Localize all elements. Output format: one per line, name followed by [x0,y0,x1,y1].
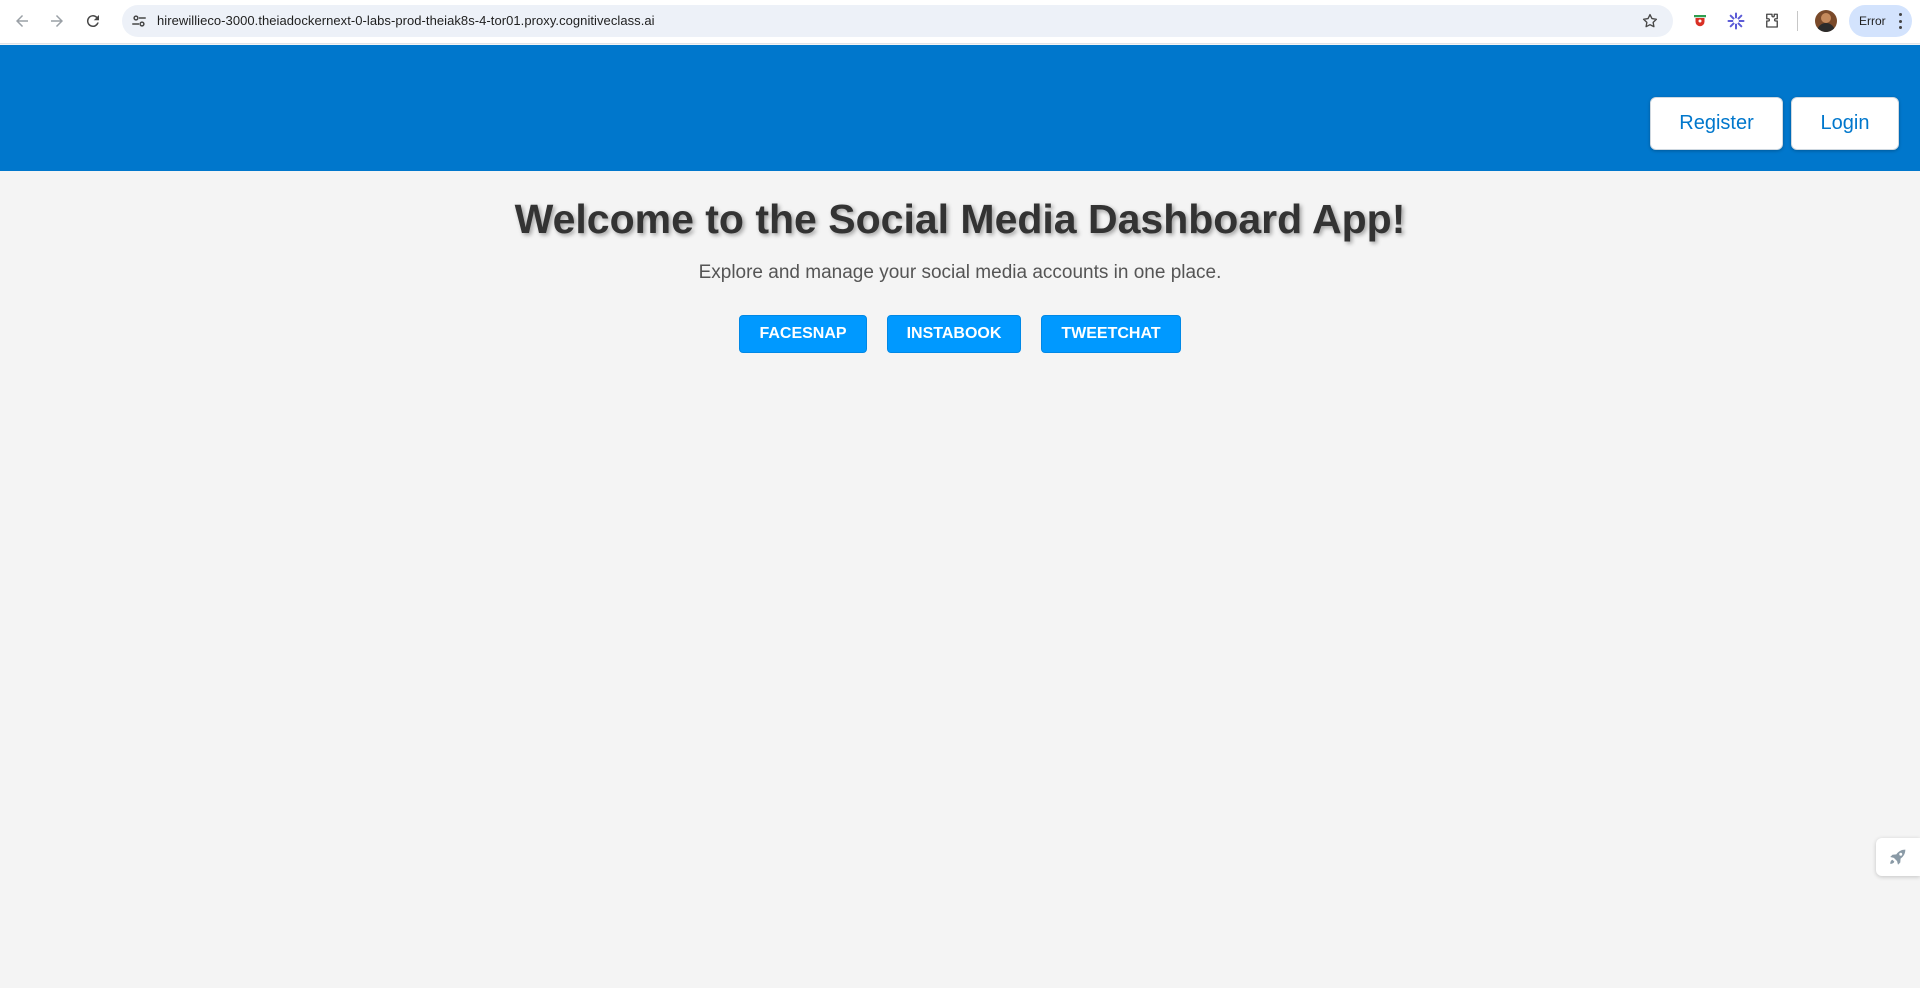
register-button[interactable]: Register [1650,97,1783,150]
toolbar-divider [1797,11,1798,31]
puzzle-extensions-icon[interactable] [1761,10,1783,32]
address-bar[interactable]: hirewillieco-3000.theiadockernext-0-labs… [122,5,1673,37]
page-title: Welcome to the Social Media Dashboard Ap… [514,196,1406,242]
back-button[interactable] [8,7,36,35]
browser-toolbar: hirewillieco-3000.theiadockernext-0-labs… [0,0,1920,44]
reload-icon [86,15,99,28]
profile-error-button[interactable]: Error [1849,5,1912,37]
site-settings-icon[interactable] [130,12,148,30]
instabook-button[interactable]: INSTABOOK [887,315,1021,353]
sparkle-extension-icon[interactable] [1725,10,1747,32]
url-text: hirewillieco-3000.theiadockernext-0-labs… [157,13,655,28]
tweetchat-button[interactable]: TWEETCHAT [1041,315,1181,353]
login-button[interactable]: Login [1791,97,1899,150]
floating-launch-widget[interactable] [1876,838,1920,876]
kebab-menu-icon[interactable] [1898,13,1902,29]
forward-arrow-icon [51,15,63,27]
reload-button[interactable] [79,7,107,35]
forward-button[interactable] [43,7,71,35]
page-subtitle: Explore and manage your social media acc… [698,262,1222,283]
avatar[interactable] [1815,10,1837,32]
back-arrow-icon [16,15,28,27]
bookmark-star-icon[interactable] [1641,12,1659,30]
rocket-icon [1890,849,1906,865]
profile-status-text: Error [1859,14,1886,28]
facesnap-button[interactable]: FACESNAP [739,315,867,353]
app-header: Register Login [0,45,1920,171]
shield-extension-icon[interactable] [1689,10,1711,32]
